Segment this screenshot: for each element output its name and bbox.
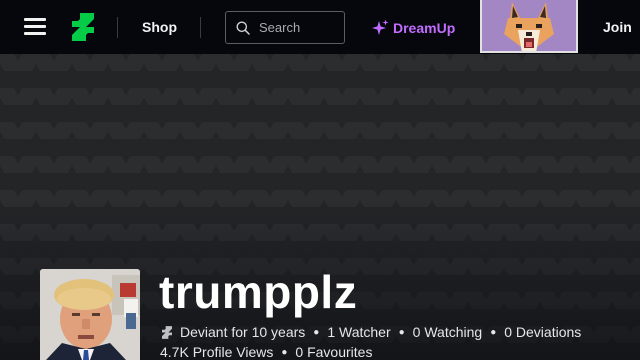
join-link[interactable]: Join	[603, 19, 632, 35]
watchers-link[interactable]: 1 Watcher	[327, 324, 390, 340]
top-navigation-bar: Shop DreamUp	[0, 0, 640, 54]
fox-illustration	[482, 0, 576, 51]
hamburger-menu-icon[interactable]	[24, 17, 46, 37]
separator-dot: ●	[281, 346, 288, 358]
profile-stats-secondary: 4.7K Profile Views ● 0 Favourites	[160, 343, 372, 360]
favourites-link[interactable]: 0 Favourites	[295, 344, 372, 360]
watching-link[interactable]: 0 Watching	[413, 324, 483, 340]
nav-divider	[117, 17, 118, 38]
shop-link[interactable]: Shop	[142, 19, 177, 37]
fox-avatar-image[interactable]	[480, 0, 578, 53]
dreamup-label: DreamUp	[393, 20, 456, 36]
profile-username[interactable]: trumpplz	[159, 266, 357, 318]
search-icon	[236, 21, 250, 35]
separator-dot: ●	[313, 326, 320, 338]
user-avatar-image[interactable]	[40, 269, 140, 360]
deviantart-logo-icon[interactable]	[72, 13, 94, 41]
separator-dot: ●	[398, 326, 405, 338]
deviantart-logo-icon	[162, 325, 172, 339]
nav-divider	[200, 17, 201, 38]
search-input[interactable]	[259, 20, 339, 35]
search-box[interactable]	[225, 11, 345, 44]
separator-dot: ●	[490, 326, 497, 338]
dreamup-button[interactable]: DreamUp	[371, 17, 455, 39]
sparkle-icon	[372, 19, 389, 35]
deviations-link[interactable]: 0 Deviations	[504, 324, 581, 340]
tenure-text: Deviant for 10 years	[180, 324, 306, 340]
profile-views-text: 4.7K Profile Views	[160, 344, 274, 360]
profile-stats-primary: Deviant for 10 years ● 1 Watcher ● 0 Wat…	[162, 323, 581, 341]
avatar-portrait	[40, 269, 140, 360]
